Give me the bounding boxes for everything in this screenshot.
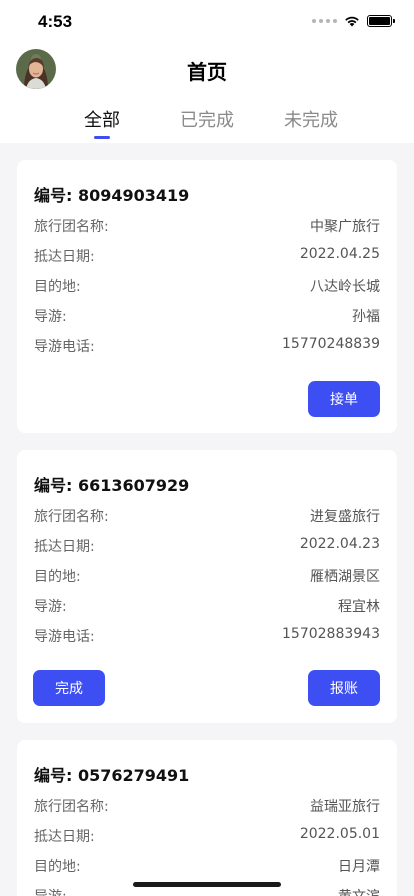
row-guide-phone: 导游电话: 15770248839 — [34, 336, 380, 356]
row-label: 旅行团名称: — [34, 509, 109, 525]
row-value: 八达岭长城 — [310, 279, 380, 295]
status-time: 4:53 — [38, 12, 73, 31]
row-value: 孙福 — [352, 309, 380, 325]
accept-order-button[interactable]: 接单 — [308, 381, 380, 417]
complete-button[interactable]: 完成 — [33, 670, 105, 706]
row-value: 15702883943 — [282, 626, 380, 642]
row-value: 益瑞亚旅行 — [310, 799, 380, 815]
row-value: 中聚广旅行 — [310, 219, 380, 235]
order-card: 编号: 8094903419 旅行团名称: 中聚广旅行 抵达日期: 2022.0… — [17, 160, 397, 433]
tab-completed[interactable]: 已完成 — [157, 106, 257, 132]
tab-active-indicator — [94, 136, 110, 139]
row-guide: 导游: 程宜林 — [34, 596, 380, 616]
row-label: 导游电话: — [34, 339, 95, 355]
row-value: 黄文滨 — [338, 886, 380, 896]
row-value: 2022.04.23 — [299, 536, 380, 552]
row-value: 2022.05.01 — [299, 826, 380, 842]
row-label: 目的地: — [34, 569, 81, 585]
reimburse-button[interactable]: 报账 — [308, 670, 380, 706]
row-value: 程宜林 — [338, 599, 380, 615]
status-icons — [312, 14, 395, 28]
row-label: 目的地: — [34, 859, 81, 875]
row-destination: 目的地: 八达岭长城 — [34, 276, 380, 296]
row-label: 旅行团名称: — [34, 219, 109, 235]
row-arrival-date: 抵达日期: 2022.04.25 — [34, 246, 380, 266]
row-label: 导游: — [34, 309, 67, 325]
row-arrival-date: 抵达日期: 2022.05.01 — [34, 826, 380, 846]
row-label: 导游: — [34, 886, 67, 896]
row-value: 日月潭 — [338, 859, 380, 875]
row-arrival-date: 抵达日期: 2022.04.23 — [34, 536, 380, 556]
row-destination: 目的地: 日月潭 — [34, 856, 380, 876]
row-guide: 导游: 黄文滨 — [34, 886, 380, 896]
row-label: 抵达日期: — [34, 829, 95, 845]
wifi-icon — [345, 16, 359, 27]
row-guide-phone: 导游电话: 15702883943 — [34, 626, 380, 646]
status-bar: 4:53 — [0, 0, 414, 44]
battery-icon — [367, 15, 395, 27]
row-tour-group: 旅行团名称: 益瑞亚旅行 — [34, 796, 380, 816]
row-label: 目的地: — [34, 279, 81, 295]
page-title: 首页 — [187, 60, 227, 84]
order-number: 编号: 0576279491 — [34, 766, 190, 785]
row-value: 2022.04.25 — [299, 246, 380, 262]
row-destination: 目的地: 雁栖湖景区 — [34, 566, 380, 586]
row-value: 雁栖湖景区 — [310, 569, 380, 585]
order-card: 编号: 0576279491 旅行团名称: 益瑞亚旅行 抵达日期: 2022.0… — [17, 740, 397, 896]
tab-bar: 全部 已完成 未完成 — [0, 106, 414, 143]
order-number: 编号: 8094903419 — [34, 186, 190, 205]
row-label: 导游: — [34, 599, 67, 615]
tab-all[interactable]: 全部 — [52, 106, 152, 132]
header: 4:53 首页 全部 已完成 未完成 — [0, 0, 414, 143]
row-label: 旅行团名称: — [34, 799, 109, 815]
row-value: 进复盛旅行 — [310, 509, 380, 525]
order-card: 编号: 6613607929 旅行团名称: 进复盛旅行 抵达日期: 2022.0… — [17, 450, 397, 723]
order-number: 编号: 6613607929 — [34, 476, 190, 495]
row-tour-group: 旅行团名称: 中聚广旅行 — [34, 216, 380, 236]
row-label: 抵达日期: — [34, 249, 95, 265]
tab-incomplete[interactable]: 未完成 — [261, 106, 361, 132]
home-indicator[interactable] — [133, 882, 281, 887]
signal-dots-icon — [312, 19, 337, 23]
row-guide: 导游: 孙福 — [34, 306, 380, 326]
row-label: 抵达日期: — [34, 539, 95, 555]
row-label: 导游电话: — [34, 629, 95, 645]
row-value: 15770248839 — [282, 336, 380, 352]
row-tour-group: 旅行团名称: 进复盛旅行 — [34, 506, 380, 526]
